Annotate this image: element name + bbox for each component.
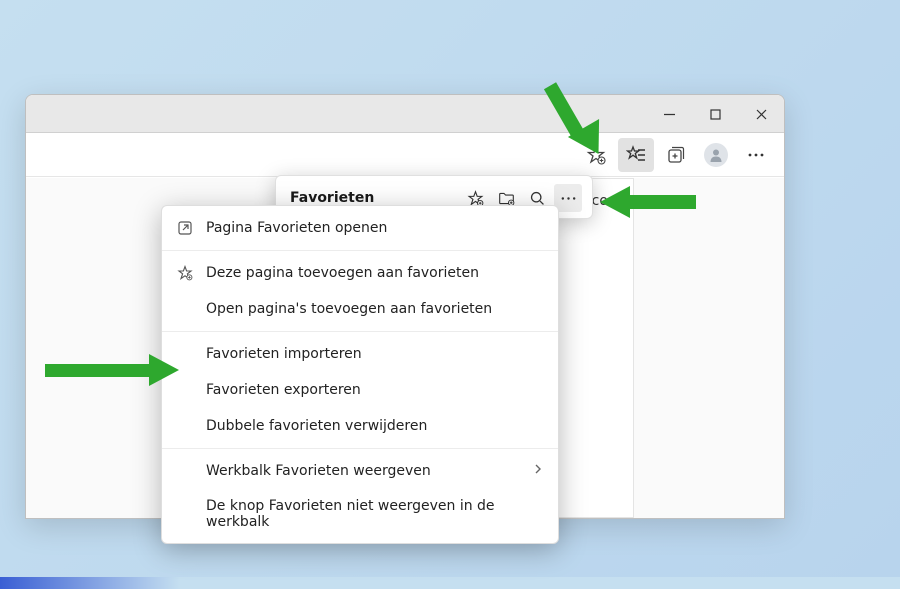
close-button[interactable]	[738, 95, 784, 133]
menu-item-label: Open pagina's toevoegen aan favorieten	[206, 301, 492, 317]
menu-show-favorites-toolbar[interactable]: Werkbalk Favorieten weergeven	[162, 453, 558, 489]
more-icon	[747, 146, 765, 164]
menu-import-favorites[interactable]: Favorieten importeren	[162, 336, 558, 372]
menu-item-label: Pagina Favorieten openen	[206, 220, 387, 236]
annotation-arrow	[630, 195, 696, 209]
collections-button[interactable]	[658, 138, 694, 172]
menu-item-label: Werkbalk Favorieten weergeven	[206, 463, 431, 479]
favorites-menu: Pagina Favorieten openen Deze pagina toe…	[161, 205, 559, 544]
menu-item-label: De knop Favorieten niet weergeven in de …	[206, 498, 544, 530]
person-icon	[708, 147, 724, 163]
maximize-button[interactable]	[692, 95, 738, 133]
menu-open-favorites-page[interactable]: Pagina Favorieten openen	[162, 210, 558, 246]
menu-item-label: Favorieten importeren	[206, 346, 362, 362]
star-plus-icon	[176, 264, 194, 282]
browser-toolbar	[26, 133, 784, 177]
menu-add-open-pages[interactable]: Open pagina's toevoegen aan favorieten	[162, 291, 558, 327]
settings-menu-button[interactable]	[738, 138, 774, 172]
menu-add-this-page[interactable]: Deze pagina toevoegen aan favorieten	[162, 255, 558, 291]
minimize-icon	[664, 109, 675, 120]
menu-item-label: Favorieten exporteren	[206, 382, 361, 398]
blank-icon	[176, 417, 194, 435]
more-icon	[560, 190, 577, 207]
chevron-right-icon	[532, 463, 544, 479]
blank-icon	[176, 300, 194, 318]
menu-hide-favorites-button[interactable]: De knop Favorieten niet weergeven in de …	[162, 489, 558, 539]
annotation-arrow-head	[600, 186, 630, 218]
favorites-icon	[626, 145, 646, 165]
close-icon	[756, 109, 767, 120]
blank-icon	[176, 505, 194, 523]
annotation-arrow-head	[149, 354, 179, 386]
menu-remove-duplicate-favorites[interactable]: Dubbele favorieten verwijderen	[162, 408, 558, 444]
annotation-arrow	[45, 364, 155, 377]
collections-icon	[666, 145, 686, 165]
minimize-button[interactable]	[646, 95, 692, 133]
favorites-button[interactable]	[618, 138, 654, 172]
open-external-icon	[176, 219, 194, 237]
titlebar	[26, 95, 784, 133]
flyout-title: Favorieten	[290, 190, 374, 206]
folder-plus-icon	[498, 190, 515, 207]
menu-export-favorites[interactable]: Favorieten exporteren	[162, 372, 558, 408]
menu-item-label: Dubbele favorieten verwijderen	[206, 418, 427, 434]
maximize-icon	[710, 109, 721, 120]
menu-item-label: Deze pagina toevoegen aan favorieten	[206, 265, 479, 281]
blank-icon	[176, 462, 194, 480]
window-controls	[646, 95, 784, 133]
taskbar-hint	[0, 577, 900, 589]
search-icon	[529, 190, 546, 207]
profile-button[interactable]	[698, 138, 734, 172]
star-plus-icon	[467, 190, 484, 207]
avatar	[704, 143, 728, 167]
